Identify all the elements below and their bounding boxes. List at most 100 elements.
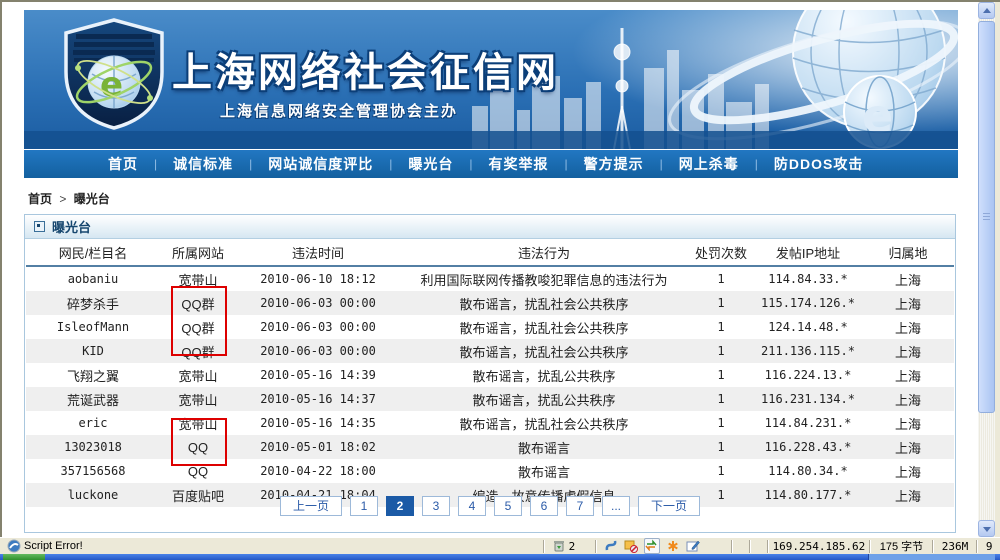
col-header-ip: 发帖IP地址	[754, 239, 862, 266]
breadcrumb-separator: >	[55, 192, 70, 206]
site-banner: e e 上海网络社会征信网 上海信息网络安全管理协会主办	[24, 10, 958, 149]
table-row: 飞翔之翼 宽带山 2010-05-16 14:39 散布谣言，扰乱公共秩序 1 …	[26, 363, 954, 387]
start-button-edge[interactable]	[3, 554, 45, 560]
cell-act: 散布谣言，扰乱公共秩序	[400, 363, 688, 387]
nav-item-anti-ddos[interactable]: 防DDOS攻击	[758, 154, 879, 174]
cell-time: 2010-04-22 18:00	[236, 459, 400, 483]
status-ip-address: 169.254.185.62	[769, 538, 870, 554]
pagination-page-1[interactable]: 1	[350, 496, 378, 516]
breadcrumb-home-link[interactable]: 首页	[28, 192, 52, 206]
nav-item-police-tips[interactable]: 警方提示	[568, 154, 660, 174]
main-nav: 首页 | 诚信标准 | 网站诚信度评比 | 曝光台 | 有奖举报 | 警方提示 …	[24, 150, 958, 178]
cell-count: 1	[688, 387, 754, 411]
taskbar-strip	[0, 554, 1000, 560]
site-subtitle: 上海信息网络安全管理协会主办	[220, 100, 458, 121]
scrollbar-grip-icon	[983, 213, 990, 221]
panel-title: 曝光台	[52, 217, 91, 236]
status-bytes: 175 字节	[871, 538, 931, 554]
scrollbar-up-button[interactable]	[978, 2, 995, 19]
cell-act: 利用国际联网传播教唆犯罪信息的违法行为	[400, 266, 688, 291]
cell-site: 宽带山	[160, 387, 236, 411]
cell-user: 13023018	[26, 435, 160, 459]
cell-time: 2010-06-03 00:00	[236, 315, 400, 339]
col-header-user: 网民/栏目名	[26, 239, 160, 266]
cell-count: 1	[688, 435, 754, 459]
table-row: IsleofMann QQ群 2010-06-03 00:00 散布谣言，扰乱社…	[26, 315, 954, 339]
compose-icon[interactable]	[686, 539, 700, 553]
pagination-prev-button[interactable]: 上一页	[280, 496, 342, 516]
nav-item-exposure[interactable]: 曝光台	[392, 154, 469, 174]
nav-item-credit-standard[interactable]: 诚信标准	[157, 154, 249, 174]
square-bullet-icon	[34, 221, 45, 232]
col-header-site: 所属网站	[160, 239, 236, 266]
table-row: KID QQ群 2010-06-03 00:00 散布谣言，扰乱社会公共秩序 1…	[26, 339, 954, 363]
shield-logo-art: e	[66, 20, 162, 128]
site-title: 上海网络社会征信网	[172, 40, 559, 98]
pagination-page-2-active[interactable]: 2	[386, 496, 414, 516]
nav-item-reward-report[interactable]: 有奖举报	[473, 154, 565, 174]
status-memory: 236M	[934, 538, 977, 554]
cell-act: 散布谣言，扰乱社会公共秩序	[400, 411, 688, 435]
status-number: 9	[978, 538, 1000, 554]
cell-user: aobaniu	[26, 266, 160, 291]
cell-ip: 116.228.43.*	[754, 435, 862, 459]
cell-act: 散布谣言	[400, 435, 688, 459]
cell-act: 散布谣言	[400, 459, 688, 483]
cell-site: QQ群	[160, 339, 236, 363]
cell-user: 碎梦杀手	[26, 291, 160, 315]
refresh-arrows-icon[interactable]	[644, 538, 660, 554]
cell-count: 1	[688, 315, 754, 339]
cell-user: KID	[26, 339, 160, 363]
script-error-icon	[7, 539, 21, 553]
cell-user: 357156568	[26, 459, 160, 483]
cell-region: 上海	[862, 411, 954, 435]
pagination-page-4[interactable]: 4	[458, 496, 486, 516]
cell-count: 1	[688, 459, 754, 483]
scrollbar-down-button[interactable]	[978, 520, 995, 537]
status-tool-icons	[597, 538, 731, 554]
chevron-up-icon	[983, 8, 991, 13]
exposure-panel: 曝光台 网民/栏目名 所属网站 违法时间 违法行为 处罚次数 发帖IP地址 归属…	[24, 214, 956, 533]
cell-act: 散布谣言，扰乱公共秩序	[400, 387, 688, 411]
cell-region: 上海	[862, 435, 954, 459]
cell-site: QQ	[160, 435, 236, 459]
cell-ip: 114.80.34.*	[754, 459, 862, 483]
cell-site: 宽带山	[160, 411, 236, 435]
table-row: 357156568 QQ 2010-04-22 18:00 散布谣言 1 114…	[26, 459, 954, 483]
status-message-segment: Script Error!	[0, 538, 543, 554]
cell-ip: 115.174.126.*	[754, 291, 862, 315]
cell-time: 2010-06-10 18:12	[236, 266, 400, 291]
pagination-page-5[interactable]: 5	[494, 496, 522, 516]
cell-region: 上海	[862, 387, 954, 411]
browser-viewport: e e 上海网络社会征信网 上海信息网络安全管理协会主办	[2, 2, 978, 537]
status-trash-count: 2	[569, 540, 576, 553]
nav-item-online-antivirus[interactable]: 网上杀毒	[663, 154, 755, 174]
cell-user: 飞翔之翼	[26, 363, 160, 387]
breadcrumb: 首页 > 曝光台	[28, 190, 110, 207]
cell-time: 2010-05-16 14:37	[236, 387, 400, 411]
trash-icon[interactable]	[552, 539, 566, 553]
cell-time: 2010-06-03 00:00	[236, 291, 400, 315]
pagination-next-button[interactable]: 下一页	[638, 496, 700, 516]
pagination-page-6[interactable]: 6	[530, 496, 558, 516]
cell-region: 上海	[862, 339, 954, 363]
cell-ip: 124.14.48.*	[754, 315, 862, 339]
col-header-act: 违法行为	[400, 239, 688, 266]
hand-swoosh-icon[interactable]	[604, 539, 618, 553]
col-header-region: 归属地	[862, 239, 954, 266]
cell-user: eric	[26, 411, 160, 435]
nav-item-home[interactable]: 首页	[92, 154, 154, 174]
panel-header: 曝光台	[25, 215, 955, 239]
pagination-page-3[interactable]: 3	[422, 496, 450, 516]
table-header-row: 网民/栏目名 所属网站 违法时间 违法行为 处罚次数 发帖IP地址 归属地	[26, 239, 954, 266]
scrollbar-thumb[interactable]	[978, 21, 995, 413]
vertical-scrollbar[interactable]	[978, 2, 995, 537]
pagination-ellipsis[interactable]: ...	[602, 496, 630, 516]
cell-time: 2010-05-01 18:02	[236, 435, 400, 459]
nav-item-site-credit-rating[interactable]: 网站诚信度评比	[252, 154, 389, 174]
asterisk-icon[interactable]	[666, 539, 680, 553]
cell-site: QQ群	[160, 315, 236, 339]
popup-blocker-icon[interactable]	[624, 539, 638, 553]
pagination-page-7[interactable]: 7	[566, 496, 594, 516]
cell-user: 荒诞武器	[26, 387, 160, 411]
